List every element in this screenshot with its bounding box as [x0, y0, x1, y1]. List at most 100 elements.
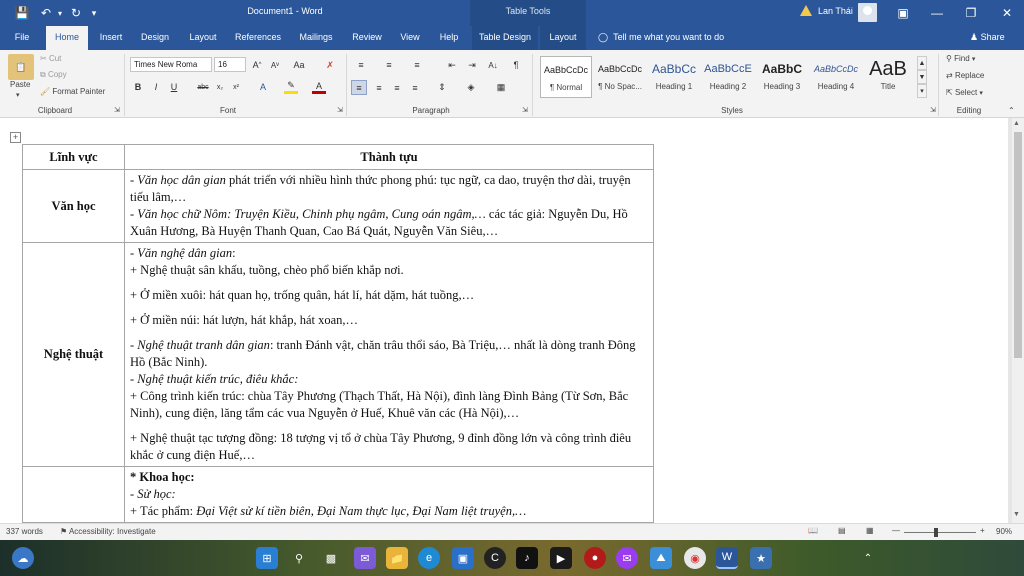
- weather-icon[interactable]: ☁: [12, 547, 34, 569]
- show-hidden-icons-icon[interactable]: ⌃: [858, 547, 878, 569]
- style-heading-4[interactable]: AaBbCcDc Heading 4: [810, 56, 862, 98]
- highlight-icon[interactable]: ✎: [284, 80, 298, 94]
- app-icon[interactable]: ★: [750, 547, 772, 569]
- decrease-indent-icon[interactable]: ⇤: [444, 58, 460, 72]
- field-cell[interactable]: [22, 466, 125, 523]
- grow-font-icon[interactable]: A ^: [250, 58, 264, 72]
- content-cell[interactable]: - Văn học dân gian phát triển với nhiều …: [124, 169, 654, 243]
- style-heading-3[interactable]: AaBbC Heading 3: [756, 56, 808, 98]
- messenger-icon[interactable]: ✉: [616, 547, 638, 569]
- field-cell[interactable]: Văn học: [22, 169, 125, 243]
- warning-icon[interactable]: [800, 5, 812, 16]
- task-view-icon[interactable]: ▩: [320, 547, 342, 569]
- ribbon-display-options-icon[interactable]: ▣: [886, 0, 920, 26]
- shading-icon[interactable]: ◈: [462, 80, 480, 95]
- word-icon[interactable]: W: [716, 547, 738, 569]
- zoom-slider-thumb[interactable]: [934, 528, 938, 537]
- justify-icon[interactable]: ≡: [407, 80, 423, 95]
- content-cell[interactable]: - Văn nghệ dân gian: + Nghệ thuật sân kh…: [124, 242, 654, 467]
- close-icon[interactable]: ✕: [990, 0, 1024, 26]
- tab-file[interactable]: File: [8, 26, 36, 50]
- tell-me-search[interactable]: ◯ Tell me what you want to do: [598, 26, 724, 50]
- user-name[interactable]: Lan Thái: [818, 6, 853, 16]
- font-color-icon[interactable]: A: [312, 80, 326, 94]
- clipboard-launcher-icon[interactable]: ⇲: [114, 106, 120, 114]
- content-table[interactable]: Lĩnh vực Thành tựu Văn học - Văn học dân…: [22, 144, 654, 523]
- app-icon[interactable]: C: [484, 547, 506, 569]
- style-no-spacing[interactable]: AaBbCcDc ¶ No Spac...: [594, 56, 646, 98]
- increase-indent-icon[interactable]: ⇥: [464, 58, 480, 72]
- style-normal[interactable]: AaBbCcDc ¶ Normal: [540, 56, 592, 98]
- find-button[interactable]: ⚲ Find ▾: [946, 54, 975, 63]
- collapse-ribbon-icon[interactable]: ⌃: [1008, 106, 1015, 115]
- tab-mailings[interactable]: Mailings: [294, 26, 338, 50]
- scroll-down-icon[interactable]: ▼: [1013, 511, 1020, 518]
- align-left-icon[interactable]: ≡: [351, 80, 367, 95]
- borders-icon[interactable]: ▦: [492, 80, 510, 95]
- replace-button[interactable]: ⇄ Replace: [946, 71, 984, 80]
- zoom-level[interactable]: 90%: [996, 527, 1012, 536]
- zoom-in-icon[interactable]: +: [980, 526, 985, 535]
- paragraph-launcher-icon[interactable]: ⇲: [522, 106, 528, 114]
- style-heading-2[interactable]: AaBbCcE Heading 2: [702, 56, 754, 98]
- styles-scroll-down-icon[interactable]: ▼: [917, 70, 927, 84]
- style-title[interactable]: AaB Title: [862, 56, 914, 98]
- store-icon[interactable]: ▣: [452, 547, 474, 569]
- file-explorer-icon[interactable]: 📁: [386, 547, 408, 569]
- font-size-box[interactable]: 16: [214, 57, 246, 72]
- tab-insert[interactable]: Insert: [94, 26, 128, 50]
- multilevel-list-icon[interactable]: ≡: [408, 58, 426, 72]
- tab-references[interactable]: References: [232, 26, 284, 50]
- align-right-icon[interactable]: ≡: [389, 80, 405, 95]
- print-layout-icon[interactable]: ▤: [838, 526, 846, 535]
- copy-button[interactable]: ⧉ Copy: [40, 70, 67, 80]
- tab-review[interactable]: Review: [348, 26, 386, 50]
- font-launcher-icon[interactable]: ⇲: [337, 106, 343, 114]
- styles-more-icon[interactable]: ▾: [917, 84, 927, 98]
- content-cell[interactable]: * Khoa học: - Sử học: + Tác phẩm: Đại Vi…: [124, 466, 654, 523]
- paste-dropdown-icon[interactable]: ▾: [16, 91, 20, 99]
- sort-icon[interactable]: A↓: [486, 58, 500, 72]
- document-page[interactable]: + Lĩnh vực Thành tựu Văn học - Văn học d…: [0, 118, 1008, 523]
- bullets-icon[interactable]: ≡: [352, 58, 370, 72]
- zoom-slider[interactable]: [904, 532, 976, 533]
- text-effects-icon[interactable]: A: [256, 80, 270, 94]
- search-icon[interactable]: ⚲: [288, 547, 310, 569]
- capcut-icon[interactable]: ▶: [550, 547, 572, 569]
- subscript-icon[interactable]: x₂: [214, 80, 226, 94]
- line-spacing-icon[interactable]: ⇕: [434, 80, 450, 95]
- tab-home[interactable]: Home: [46, 26, 88, 50]
- tiktok-icon[interactable]: ♪: [516, 547, 538, 569]
- styles-scroll-up-icon[interactable]: ▲: [917, 56, 927, 70]
- format-painter-button[interactable]: 🖌 Format Painter: [40, 87, 105, 96]
- accessibility-status[interactable]: ⚑ Accessibility: Investigate: [60, 527, 156, 536]
- photos-icon[interactable]: ⛰: [650, 547, 672, 569]
- vertical-scrollbar[interactable]: ▲ ▼: [1012, 118, 1024, 523]
- tab-layout[interactable]: Layout: [184, 26, 222, 50]
- paste-icon[interactable]: 📋: [8, 54, 34, 80]
- styles-launcher-icon[interactable]: ⇲: [930, 106, 936, 114]
- start-icon[interactable]: ⊞: [256, 547, 278, 569]
- table-header-field[interactable]: Lĩnh vực: [22, 144, 125, 170]
- edge-icon[interactable]: e: [418, 547, 440, 569]
- field-cell[interactable]: Nghệ thuật: [22, 242, 125, 467]
- table-move-handle-icon[interactable]: +: [10, 132, 21, 143]
- tab-table-layout[interactable]: Layout: [540, 26, 586, 50]
- select-button[interactable]: ⇱ Select ▾: [946, 88, 983, 97]
- underline-icon[interactable]: U: [168, 80, 180, 94]
- shrink-font-icon[interactable]: Av: [268, 58, 282, 72]
- font-name-box[interactable]: Times New Roma: [130, 57, 212, 72]
- share-button[interactable]: ♟ Share: [970, 26, 1005, 50]
- clear-formatting-icon[interactable]: ✗: [323, 58, 337, 72]
- table-header-achievements[interactable]: Thành tựu: [124, 144, 654, 170]
- minimize-icon[interactable]: —: [920, 0, 954, 26]
- chrome-icon[interactable]: ◉: [684, 547, 706, 569]
- tab-view[interactable]: View: [396, 26, 424, 50]
- align-center-icon[interactable]: ≡: [371, 80, 387, 95]
- change-case-icon[interactable]: Aa: [290, 58, 308, 72]
- chat-icon[interactable]: ✉: [354, 547, 376, 569]
- superscript-icon[interactable]: x²: [230, 80, 242, 94]
- avatar[interactable]: [858, 3, 877, 22]
- zoom-out-icon[interactable]: —: [892, 526, 900, 535]
- scrollbar-thumb[interactable]: [1014, 132, 1022, 358]
